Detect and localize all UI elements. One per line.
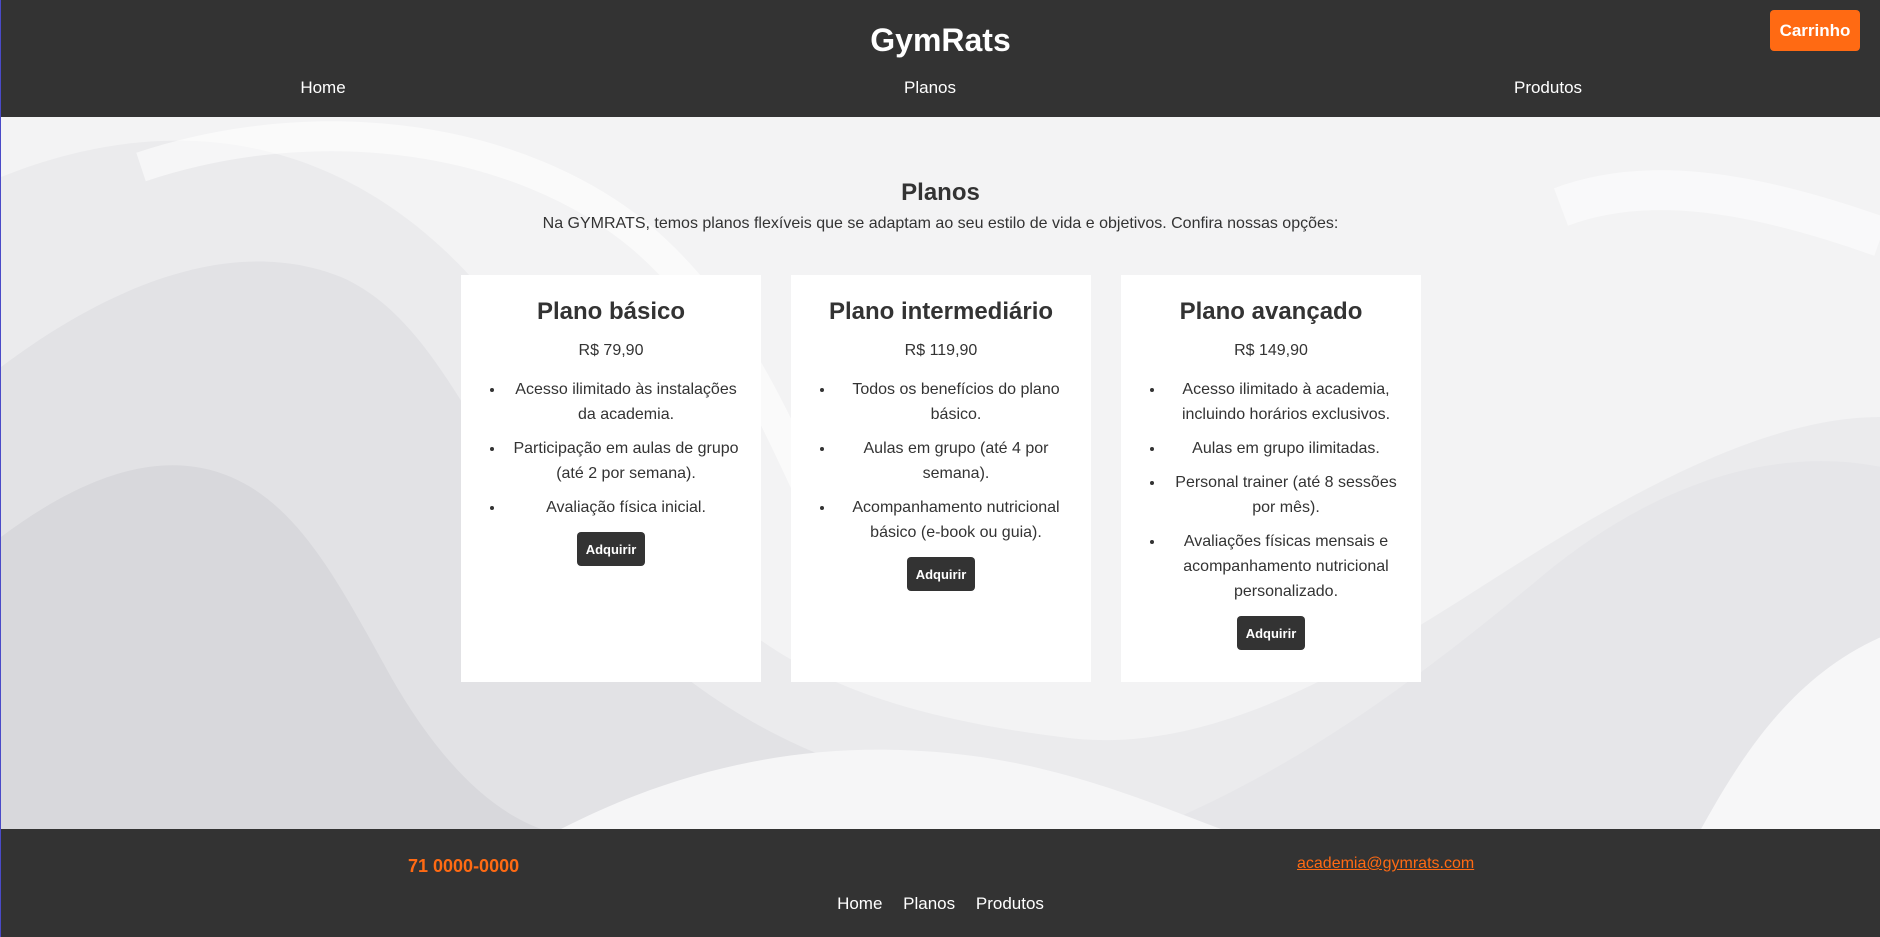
footer-home-link[interactable]: Home <box>837 894 882 913</box>
plan-feature: Avaliações físicas mensais e acompanhame… <box>1165 529 1407 604</box>
nav-home-link[interactable]: Home <box>300 76 345 100</box>
plan-feature: Acompanhamento nutricional básico (e-boo… <box>835 495 1077 545</box>
plan-price: R$ 119,90 <box>904 342 978 359</box>
plan-name: Plano avançado <box>1179 298 1363 325</box>
plan-feature: Todos os benefícios do plano básico. <box>835 377 1077 427</box>
nav-planos-link[interactable]: Planos <box>904 76 956 100</box>
site-header: GymRats Carrinho Home Planos Produtos <box>0 0 1880 117</box>
cart-button[interactable]: Carrinho <box>1770 10 1860 51</box>
plan-feature: Participação em aulas de grupo (até 2 po… <box>505 436 747 486</box>
footer-planos-link[interactable]: Planos <box>903 894 955 913</box>
nav-produtos-link[interactable]: Produtos <box>1514 76 1582 100</box>
main-nav: Home Planos Produtos <box>1 76 1880 100</box>
plan-feature: Acesso ilimitado às instalações da acade… <box>505 377 747 427</box>
plan-features: Todos os benefícios do plano básico. Aul… <box>805 377 1077 545</box>
plan-feature: Acesso ilimitado à academia, incluindo h… <box>1165 377 1407 427</box>
buy-intermediate-button[interactable]: Adquirir <box>906 557 976 591</box>
plan-features: Acesso ilimitado às instalações da acade… <box>475 377 747 520</box>
plan-price: R$ 79,90 <box>578 342 644 359</box>
plan-feature: Aulas em grupo ilimitadas. <box>1165 436 1407 461</box>
plan-price: R$ 149,90 <box>1234 342 1308 359</box>
footer-produtos-link[interactable]: Produtos <box>976 894 1044 913</box>
footer-phone: 71 0000-0000 <box>408 856 520 876</box>
plan-card-intermediate: Plano intermediário R$ 119,90 Todos os b… <box>791 275 1091 682</box>
footer-email-link[interactable]: academia@gymrats.com <box>1297 853 1474 875</box>
plan-name: Plano básico <box>536 298 686 325</box>
plan-features: Acesso ilimitado à academia, incluindo h… <box>1135 377 1407 604</box>
plan-name: Plano intermediário <box>828 298 1054 325</box>
brand-title: GymRats <box>870 22 1011 58</box>
plans-title: Planos <box>901 179 980 207</box>
page: GymRats Carrinho Home Planos Produtos Pl… <box>0 0 1880 937</box>
site-footer: 71 0000-0000 academia@gymrats.com Home P… <box>0 829 1880 937</box>
buy-basic-button[interactable]: Adquirir <box>576 532 646 566</box>
buy-advanced-button[interactable]: Adquirir <box>1236 616 1306 650</box>
footer-nav: Home Planos Produtos <box>1 892 1880 916</box>
plans-intro: Na GYMRATS, temos planos flexíveis que s… <box>542 215 1339 232</box>
plan-feature: Avaliação física inicial. <box>505 495 747 520</box>
plans-section: Planos Na GYMRATS, temos planos flexívei… <box>0 117 1880 829</box>
plan-feature: Aulas em grupo (até 4 por semana). <box>835 436 1077 486</box>
plan-card-basic: Plano básico R$ 79,90 Acesso ilimitado à… <box>461 275 761 682</box>
plan-feature: Personal trainer (até 8 sessões por mês)… <box>1165 470 1407 520</box>
plan-card-advanced: Plano avançado R$ 149,90 Acesso ilimitad… <box>1121 275 1421 682</box>
